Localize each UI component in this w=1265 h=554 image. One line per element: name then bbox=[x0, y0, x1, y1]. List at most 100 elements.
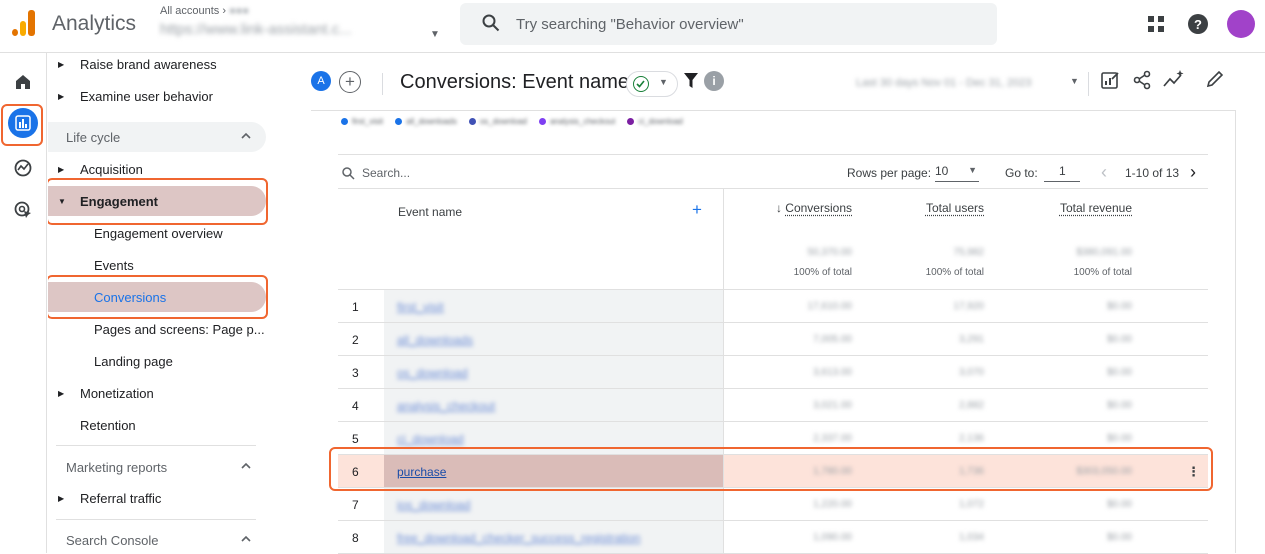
nav-item-referral[interactable]: ▶ Referral traffic bbox=[48, 483, 270, 513]
row-index: 7 bbox=[352, 498, 359, 512]
nav-item-label: Retention bbox=[80, 417, 136, 433]
avatar[interactable] bbox=[1227, 10, 1255, 38]
table-toolbar: Search... Rows per page: 10 ▼ Go to: 1 ‹ … bbox=[338, 154, 1208, 189]
apps-grid-icon[interactable] bbox=[1147, 15, 1165, 33]
nav-item-label: Raise brand awareness bbox=[80, 56, 217, 72]
table-header: Event name + ↓ Conversions Total users T… bbox=[338, 189, 1208, 290]
explore-button[interactable] bbox=[8, 153, 38, 183]
users-value: 1,034 bbox=[958, 532, 984, 543]
column-header-total-users[interactable]: Total users bbox=[926, 201, 984, 215]
highlight-box bbox=[1, 104, 43, 146]
section-search-console[interactable]: Search Console bbox=[48, 525, 270, 553]
advertising-button[interactable] bbox=[8, 195, 38, 225]
legend-item[interactable]: os_download bbox=[468, 117, 527, 126]
customize-report-button[interactable] bbox=[1100, 70, 1120, 95]
table-row[interactable]: 2 all_downloads 7,005.00 3,291 $0.00 bbox=[338, 323, 1208, 356]
nav-item-label: Examine user behavior bbox=[80, 88, 213, 104]
divider bbox=[56, 445, 256, 446]
next-page-icon[interactable]: › bbox=[1190, 162, 1196, 183]
nav-item-landing-page[interactable]: Landing page bbox=[48, 346, 270, 376]
highlight-box bbox=[48, 178, 268, 225]
event-name-link[interactable]: os_download bbox=[397, 366, 468, 380]
highlight-box bbox=[329, 447, 1213, 491]
table-row[interactable]: 3 os_download 3,613.00 3,070 $0.00 bbox=[338, 356, 1208, 389]
table-row[interactable]: 8 free_download_checker_success_registra… bbox=[338, 521, 1208, 554]
nav-item-label: Referral traffic bbox=[80, 490, 162, 506]
page-title: Conversions: Event name bbox=[400, 71, 630, 93]
users-value: 2,882 bbox=[958, 400, 984, 411]
legend-dot bbox=[627, 118, 635, 125]
caret-right-icon: ▶ bbox=[58, 493, 65, 503]
info-icon[interactable]: i bbox=[704, 71, 724, 91]
date-range[interactable]: Last 30 days Nov 01 - Dec 31, 2023 bbox=[856, 77, 1032, 89]
nav-item-examine-behavior[interactable]: ▶ Examine user behavior bbox=[48, 81, 270, 111]
nav-item-monetization[interactable]: ▶ Monetization bbox=[48, 378, 270, 408]
report-status-chip[interactable]: ▼ bbox=[626, 71, 678, 97]
event-name-link[interactable]: free_download_checker_success_registrati… bbox=[397, 531, 640, 545]
goto-page-input[interactable]: 1 bbox=[1044, 164, 1080, 182]
analytics-logo-icon[interactable] bbox=[12, 10, 36, 36]
conversions-value: 17,610.00 bbox=[807, 301, 853, 312]
event-name-link[interactable]: ios_download bbox=[397, 498, 470, 512]
row-index: 8 bbox=[352, 531, 359, 545]
add-comparison-button[interactable]: + bbox=[339, 71, 361, 93]
search-bar[interactable]: Try searching "Behavior overview" bbox=[460, 3, 997, 45]
event-name-link[interactable]: all_downloads bbox=[397, 333, 473, 347]
table-row[interactable]: 1 first_visit 17,610.00 17,920 $0.00 bbox=[338, 290, 1208, 323]
share-button[interactable] bbox=[1133, 70, 1151, 95]
rows-per-page-select[interactable]: 10 ▼ bbox=[935, 164, 979, 182]
prev-page-icon[interactable]: ‹ bbox=[1101, 162, 1107, 183]
caret-right-icon: ▶ bbox=[58, 388, 65, 398]
legend-dot bbox=[468, 118, 476, 125]
event-name-link[interactable]: ci_download bbox=[397, 432, 464, 446]
search-icon bbox=[482, 14, 500, 32]
event-name-link[interactable]: analysis_checkout bbox=[397, 399, 495, 413]
data-table: Search... Rows per page: 10 ▼ Go to: 1 ‹ … bbox=[338, 154, 1208, 554]
divider bbox=[56, 519, 256, 520]
legend-item[interactable]: ci_download bbox=[627, 117, 683, 126]
filter-icon[interactable] bbox=[684, 73, 698, 89]
conversions-value: 3,613.00 bbox=[813, 367, 852, 378]
table-row[interactable]: 4 analysis_checkout 3,021.00 2,882 $0.00 bbox=[338, 389, 1208, 422]
caret-right-icon: ▶ bbox=[58, 59, 65, 69]
account-selector[interactable]: All accounts › ●●● https://www.link-assi… bbox=[160, 5, 440, 40]
revenue-value: $0.00 bbox=[1106, 433, 1132, 444]
insights-icon bbox=[1163, 70, 1184, 87]
column-header-event-name[interactable]: Event name bbox=[398, 205, 462, 219]
nav-item-retention[interactable]: Retention bbox=[48, 410, 270, 440]
section-lifecycle[interactable]: Life cycle bbox=[48, 122, 266, 152]
legend-item[interactable]: first_visit bbox=[341, 117, 383, 126]
event-name-link[interactable]: first_visit bbox=[397, 300, 444, 314]
add-dimension-icon[interactable]: + bbox=[692, 200, 702, 220]
table-search-input[interactable]: Search... bbox=[362, 166, 410, 180]
highlight-box bbox=[48, 275, 268, 319]
legend-dot bbox=[341, 118, 348, 125]
section-marketing[interactable]: Marketing reports bbox=[48, 452, 270, 482]
section-label: Life cycle bbox=[66, 129, 121, 145]
legend-item[interactable]: analysis_checkout bbox=[538, 117, 615, 126]
scrollbar[interactable] bbox=[1235, 111, 1236, 553]
help-icon[interactable]: ? bbox=[1188, 14, 1208, 34]
event-name-cell: analysis_checkout bbox=[384, 389, 723, 421]
nav-item-raise-brand[interactable]: ▶ Raise brand awareness bbox=[48, 53, 270, 79]
legend-label: ci_download bbox=[638, 117, 683, 126]
pencil-icon bbox=[1206, 70, 1224, 88]
app-title: Analytics bbox=[52, 12, 137, 35]
home-button[interactable] bbox=[8, 67, 38, 97]
percent-of-total: 100% of total bbox=[925, 267, 984, 278]
column-divider bbox=[723, 189, 724, 553]
column-header-conversions[interactable]: ↓ Conversions bbox=[776, 201, 852, 215]
legend-item[interactable]: all_downloads bbox=[395, 117, 457, 126]
event-name-cell: ios_download bbox=[384, 488, 723, 520]
revenue-value: $0.00 bbox=[1106, 532, 1132, 543]
percent-of-total: 100% of total bbox=[793, 267, 852, 278]
conversions-value: 2,337.00 bbox=[813, 433, 852, 444]
users-value: 1,072 bbox=[958, 499, 984, 510]
revenue-value: $0.00 bbox=[1106, 301, 1132, 312]
table-row[interactable]: 7 ios_download 1,220.00 1,072 $0.00 bbox=[338, 488, 1208, 521]
edit-button[interactable] bbox=[1206, 70, 1224, 93]
insights-button[interactable] bbox=[1163, 70, 1185, 95]
column-header-total-revenue[interactable]: Total revenue bbox=[1060, 201, 1132, 215]
sort-arrow-down-icon: ↓ bbox=[775, 201, 782, 215]
comparison-chip[interactable]: A bbox=[311, 71, 331, 91]
